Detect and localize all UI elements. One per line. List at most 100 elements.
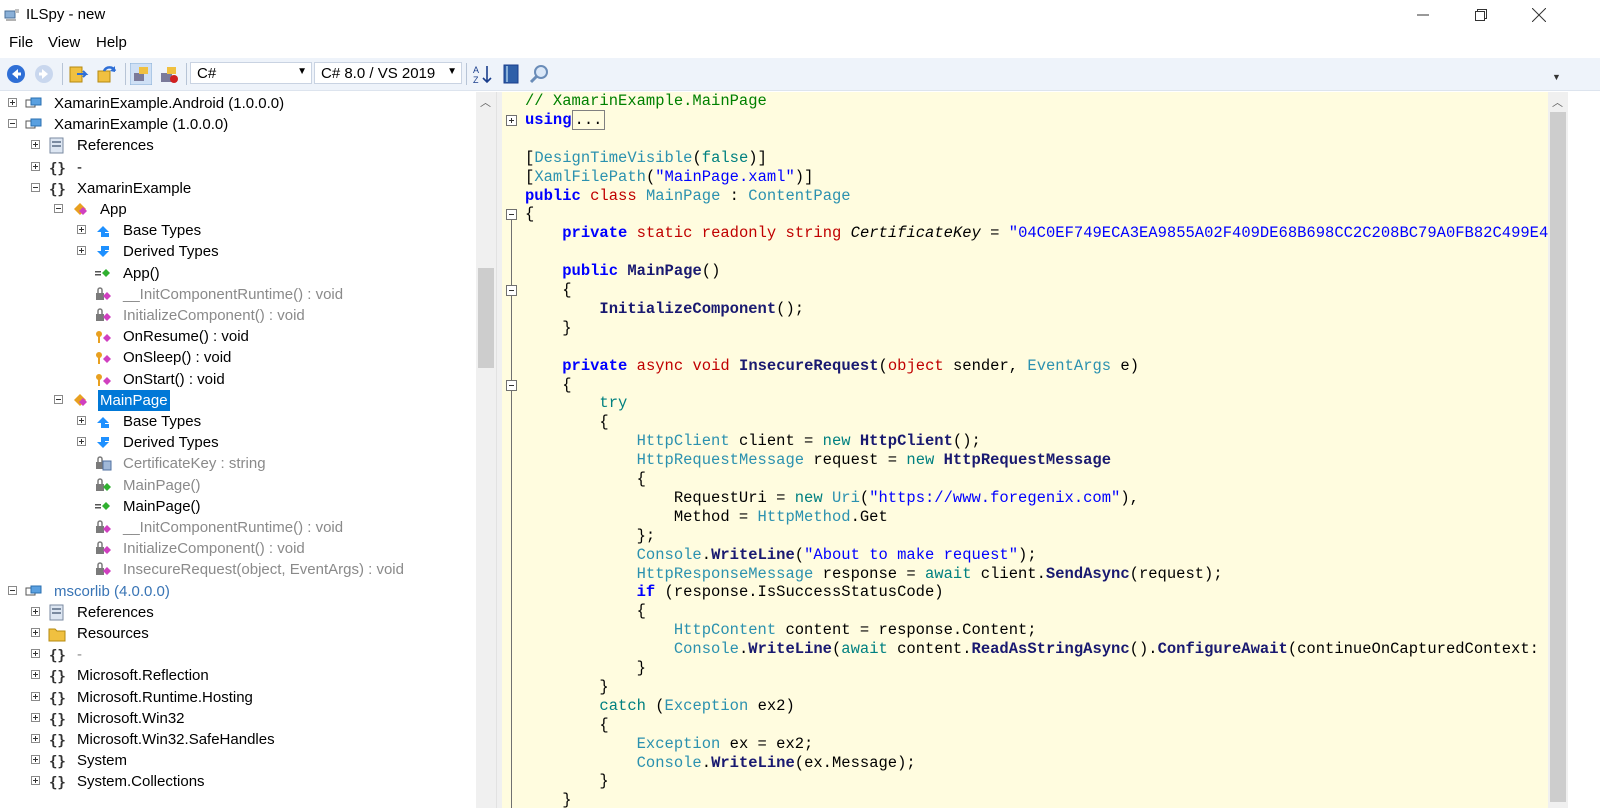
- menu-view[interactable]: View: [48, 34, 80, 51]
- tree-node[interactable]: {} Microsoft.Win32.SafeHandles: [0, 729, 476, 750]
- tree-node[interactable]: Base Types: [0, 220, 476, 241]
- expand-icon[interactable]: [31, 734, 40, 743]
- scroll-up-icon[interactable]: ︿: [1552, 94, 1563, 110]
- reload-icon[interactable]: [96, 63, 118, 85]
- expand-icon[interactable]: [31, 776, 40, 786]
- expand-icon[interactable]: [77, 416, 86, 425]
- search-icon[interactable]: [528, 63, 550, 85]
- code-token: }: [525, 791, 572, 808]
- minimize-button[interactable]: [1394, 0, 1452, 30]
- collapse-icon[interactable]: [8, 119, 17, 129]
- expand-icon[interactable]: [77, 437, 86, 447]
- tree-node[interactable]: {} Microsoft.Runtime.Hosting: [0, 687, 476, 708]
- tree-node[interactable]: {} System: [0, 750, 476, 771]
- assembly-tree[interactable]: XamarinExample.Android (1.0.0.0) XamarinE…: [0, 92, 504, 808]
- tree-node[interactable]: OnSleep() : void: [0, 347, 476, 368]
- tree-scrollbar-thumb[interactable]: [478, 268, 494, 368]
- tree-node[interactable]: App(): [0, 263, 476, 284]
- tree-node[interactable]: {} -: [0, 157, 476, 178]
- tree-node[interactable]: InitializeComponent() : void: [0, 538, 476, 559]
- class-icon: [74, 393, 87, 406]
- tree-node[interactable]: {} -: [0, 644, 476, 665]
- tree-node[interactable]: MainPage(): [0, 475, 476, 496]
- decompiled-code-view[interactable]: // XamarinExample.MainPage using... [Desig…: [502, 92, 1600, 808]
- tree-node[interactable]: mscorlib (4.0.0.0): [0, 581, 476, 602]
- tree-scrollbar[interactable]: ︿: [476, 92, 496, 808]
- code-token: false: [701, 148, 749, 167]
- collapse-icon[interactable]: [506, 209, 517, 221]
- tree-node[interactable]: MainPage: [0, 389, 476, 411]
- expand-icon[interactable]: [31, 712, 40, 722]
- code-token: client =: [729, 432, 823, 451]
- expand-icon[interactable]: [31, 606, 40, 616]
- tree-node[interactable]: Derived Types: [0, 241, 476, 262]
- tree-node[interactable]: Resources: [0, 623, 476, 644]
- restore-button[interactable]: [1452, 0, 1510, 30]
- code-token: }: [525, 677, 609, 696]
- expand-icon[interactable]: [77, 225, 86, 235]
- forward-icon[interactable]: [33, 63, 55, 85]
- close-button[interactable]: [1510, 0, 1568, 30]
- tree-node[interactable]: __InitComponentRuntime() : void: [0, 517, 476, 538]
- svg-text:{}: {}: [49, 775, 66, 790]
- expand-icon[interactable]: [77, 246, 86, 256]
- collapse-icon[interactable]: [54, 204, 63, 213]
- menu-file[interactable]: File: [9, 34, 33, 51]
- tree-node[interactable]: InsecureRequest(object, EventArgs) : voi…: [0, 559, 476, 580]
- show-api-icon[interactable]: [130, 63, 152, 85]
- scroll-up-icon[interactable]: ︿: [480, 94, 491, 110]
- expand-icon[interactable]: [31, 161, 40, 171]
- expand-icon[interactable]: [8, 98, 17, 107]
- collapse-icon[interactable]: [31, 182, 40, 192]
- tree-node[interactable]: References: [0, 135, 476, 156]
- version-dropdown[interactable]: C# 8.0 / VS 2019 ▼: [314, 62, 462, 84]
- code-token[interactable]: ...: [571, 109, 606, 130]
- show-all-icon[interactable]: [158, 63, 180, 85]
- tree-node[interactable]: References: [0, 602, 476, 623]
- tree-node[interactable]: CertificateKey : string: [0, 453, 476, 474]
- expand-icon[interactable]: [31, 691, 40, 701]
- tree-node[interactable]: MainPage(): [0, 496, 476, 517]
- expand-icon[interactable]: [506, 114, 517, 126]
- back-icon[interactable]: [5, 63, 27, 85]
- language-dropdown[interactable]: C# ▼: [190, 62, 312, 84]
- tree-node[interactable]: {} Microsoft.Reflection: [0, 665, 476, 686]
- tree-node[interactable]: __InitComponentRuntime() : void: [0, 284, 476, 305]
- collapse-icon[interactable]: [8, 585, 17, 595]
- tree-node[interactable]: XamarinExample (1.0.0.0): [0, 114, 476, 135]
- code-token: static: [636, 224, 693, 243]
- tree-node[interactable]: OnResume() : void: [0, 326, 476, 347]
- tree-node[interactable]: XamarinExample.Android (1.0.0.0): [0, 93, 476, 114]
- expand-icon[interactable]: [31, 649, 40, 659]
- expand-icon[interactable]: [31, 755, 40, 765]
- code-token: CertificateKey: [850, 224, 981, 243]
- expand-icon[interactable]: [31, 670, 40, 680]
- tree-node[interactable]: Derived Types: [0, 432, 476, 453]
- collapse-icon[interactable]: [506, 379, 517, 391]
- tree-node[interactable]: App: [0, 199, 476, 220]
- tree-node[interactable]: {} Microsoft.Win32: [0, 708, 476, 729]
- code-scrollbar[interactable]: ︿: [1548, 92, 1568, 808]
- tree-node-label: MainPage(): [123, 497, 201, 515]
- tree-node[interactable]: InitializeComponent() : void: [0, 305, 476, 326]
- code-token: Console: [673, 640, 739, 659]
- open-icon[interactable]: [68, 63, 90, 85]
- code-line: using...: [525, 109, 606, 130]
- tree-node[interactable]: {} System.Collections: [0, 771, 476, 792]
- collapse-icon[interactable]: [506, 285, 517, 296]
- code-token: XamlFilePath: [534, 167, 646, 186]
- book-icon[interactable]: [500, 63, 522, 85]
- code-scrollbar-thumb[interactable]: [1550, 112, 1566, 802]
- tree-node-label: __InitComponentRuntime() : void: [123, 285, 344, 303]
- expand-icon[interactable]: [31, 628, 40, 637]
- tree-node[interactable]: {} XamarinExample: [0, 178, 476, 199]
- namespace-icon: {}: [49, 733, 66, 748]
- menu-help[interactable]: Help: [96, 34, 127, 51]
- sort-icon[interactable]: AZ: [472, 63, 494, 85]
- tree-node[interactable]: OnStart() : void: [0, 369, 476, 390]
- tree-node[interactable]: Base Types: [0, 411, 476, 432]
- expand-icon[interactable]: [31, 140, 40, 150]
- collapse-icon[interactable]: [54, 394, 63, 404]
- toolbar-overflow-icon[interactable]: ▼: [1552, 72, 1561, 82]
